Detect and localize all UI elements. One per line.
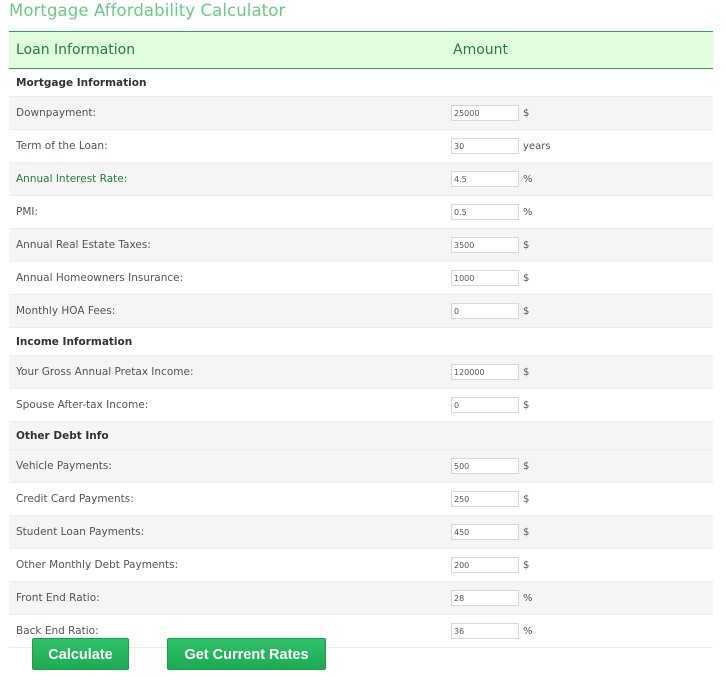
field-value-cell: $	[451, 388, 713, 422]
get-current-rates-button[interactable]: Get Current Rates	[167, 638, 326, 670]
field-input[interactable]	[451, 270, 519, 286]
field-input[interactable]	[451, 105, 519, 121]
section-header-row: Mortgage Information	[9, 68, 713, 97]
section-title: Mortgage Information	[9, 68, 713, 97]
column-header-loan-information: Loan Information	[16, 42, 136, 58]
unit-label: $	[523, 493, 530, 505]
unit-label: $	[523, 107, 530, 119]
unit-label: $	[523, 239, 530, 251]
field-label: Front End Ratio:	[9, 581, 451, 615]
table-row: Other Monthly Debt Payments: $	[9, 548, 713, 582]
field-label: Annual Interest Rate:	[9, 162, 451, 196]
table-body: Mortgage InformationDownpayment: $ Term of…	[9, 68, 713, 648]
field-label: Student Loan Payments:	[9, 515, 451, 549]
field-input[interactable]	[451, 491, 519, 507]
field-input[interactable]	[451, 590, 519, 606]
unit-label: $	[523, 366, 530, 378]
field-input[interactable]	[451, 458, 519, 474]
unit-label: %	[523, 173, 533, 185]
table-row: Your Gross Annual Pretax Income: $	[9, 355, 713, 389]
calculate-button[interactable]: Calculate	[32, 638, 129, 670]
field-input[interactable]	[451, 204, 519, 220]
unit-label: $	[523, 526, 530, 538]
field-label: Downpayment:	[9, 96, 451, 130]
table-row: PMI:%	[9, 195, 713, 229]
section-header-row: Other Debt Info	[9, 421, 713, 450]
field-value-cell: $	[451, 482, 713, 516]
table-row: Credit Card Payments: $	[9, 482, 713, 516]
section-header-row: Income Information	[9, 327, 713, 356]
table-row: Annual Homeowners Insurance: $	[9, 261, 713, 295]
field-input[interactable]	[451, 303, 519, 319]
page-title: Mortgage Affordability Calculator	[9, 1, 286, 20]
field-label: Credit Card Payments:	[9, 482, 451, 516]
field-input[interactable]	[451, 524, 519, 540]
field-value-cell: $	[451, 515, 713, 549]
field-label: Annual Homeowners Insurance:	[9, 261, 451, 295]
unit-label: years	[523, 140, 551, 152]
section-title: Other Debt Info	[9, 421, 713, 450]
table-header-row: Loan Information Amount	[9, 31, 713, 69]
unit-label: %	[523, 206, 533, 218]
field-label: PMI:	[9, 195, 451, 229]
field-input[interactable]	[451, 138, 519, 154]
field-label: Vehicle Payments:	[9, 449, 451, 483]
field-value-cell: %	[451, 162, 713, 196]
unit-label: %	[523, 625, 533, 637]
field-value-cell: %	[451, 195, 713, 229]
field-value-cell: %	[451, 581, 713, 615]
unit-label: %	[523, 592, 533, 604]
field-input[interactable]	[451, 397, 519, 413]
unit-label: $	[523, 460, 530, 472]
unit-label: $	[523, 272, 530, 284]
field-value-cell: $	[451, 228, 713, 262]
table-row: Annual Interest Rate:%	[9, 162, 713, 196]
table-row: Downpayment: $	[9, 96, 713, 130]
calculator-table: Loan Information Amount Mortgage Informa…	[9, 31, 713, 648]
unit-label: $	[523, 399, 530, 411]
field-label: Monthly HOA Fees:	[9, 294, 451, 328]
field-label: Spouse After-tax Income:	[9, 388, 451, 422]
table-row: Monthly HOA Fees: $	[9, 294, 713, 328]
field-label: Your Gross Annual Pretax Income:	[9, 355, 451, 389]
table-row: Front End Ratio:%	[9, 581, 713, 615]
field-input[interactable]	[451, 237, 519, 253]
field-value-cell: %	[451, 614, 713, 648]
field-label: Other Monthly Debt Payments:	[9, 548, 451, 582]
unit-label: $	[523, 305, 530, 317]
field-value-cell: $	[451, 355, 713, 389]
table-row: Spouse After-tax Income: $	[9, 388, 713, 422]
field-input[interactable]	[451, 171, 519, 187]
field-value-cell: $	[451, 449, 713, 483]
table-row: Term of the Loan: years	[9, 129, 713, 163]
field-label: Annual Real Estate Taxes:	[9, 228, 451, 262]
field-input[interactable]	[451, 557, 519, 573]
field-value-cell: $	[451, 548, 713, 582]
section-title: Income Information	[9, 327, 713, 356]
unit-label: $	[523, 559, 530, 571]
field-input[interactable]	[451, 623, 519, 639]
table-row: Annual Real Estate Taxes: $	[9, 228, 713, 262]
table-row: Student Loan Payments: $	[9, 515, 713, 549]
field-value-cell: $	[451, 261, 713, 295]
field-input[interactable]	[451, 364, 519, 380]
field-label: Term of the Loan:	[9, 129, 451, 163]
column-header-amount: Amount	[453, 42, 509, 58]
field-value-cell: $	[451, 294, 713, 328]
table-row: Vehicle Payments: $	[9, 449, 713, 483]
field-value-cell: years	[451, 129, 713, 163]
field-value-cell: $	[451, 96, 713, 130]
